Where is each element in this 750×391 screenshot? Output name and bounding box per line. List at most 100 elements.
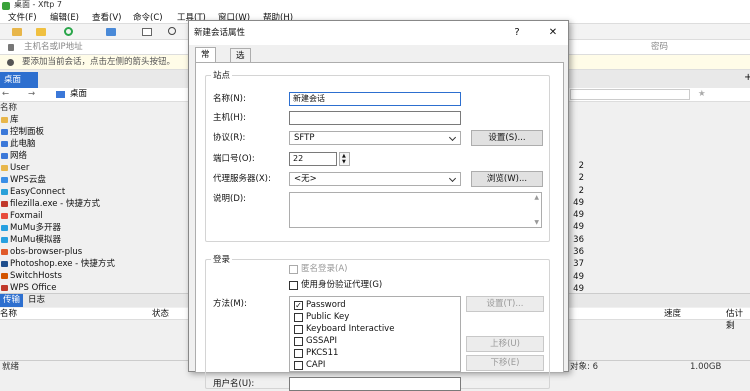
method-label: CAPI [306, 360, 326, 370]
method-checkbox[interactable] [294, 313, 303, 322]
col-eta[interactable]: 估计剩 [726, 308, 750, 332]
method-item[interactable]: Keyboard Interactive [294, 324, 394, 335]
method-checkbox[interactable] [294, 361, 303, 370]
anonymous-login-checkbox[interactable]: 匿名登录(A) [289, 264, 347, 275]
method-item[interactable]: ✓ Password [294, 300, 346, 311]
file-name: EasyConnect [10, 187, 66, 197]
host-label: 主机(H): [213, 113, 246, 123]
open-folder-icon[interactable] [36, 28, 46, 36]
star-icon[interactable]: ★ [698, 88, 706, 101]
menu-file[interactable]: 文件(F) [8, 12, 37, 24]
file-name: User [10, 163, 30, 173]
description-textarea[interactable]: ▲ ▼ [289, 192, 542, 228]
add-tab-icon[interactable]: + [744, 72, 750, 83]
file-name: 此电脑 [10, 139, 36, 149]
protocol-select[interactable]: SFTP [289, 131, 461, 145]
protocol-settings-button[interactable]: 设置(S)... [471, 130, 543, 146]
new-session-dialog: 新建会话属性 ? ✕ 常规 选项 站点 名称(N): 新建会话 主机(H): 协… [188, 20, 569, 391]
search-icon[interactable] [168, 27, 176, 35]
list-item[interactable]: 网络 [0, 150, 190, 162]
scroll-down-icon[interactable]: ▼ [534, 219, 539, 226]
local-tab[interactable]: 桌面 [0, 72, 38, 88]
path-input[interactable]: 桌面 [70, 88, 87, 101]
method-item[interactable]: CAPI [294, 360, 325, 371]
new-session-icon[interactable] [12, 28, 22, 36]
method-item[interactable]: GSSAPI [294, 336, 337, 347]
forward-icon[interactable]: → [28, 88, 35, 101]
list-item[interactable]: EasyConnect [0, 186, 190, 198]
host-input[interactable] [289, 111, 461, 125]
menu-command[interactable]: 命令(C) [133, 12, 163, 24]
col-speed[interactable]: 速度 [664, 308, 681, 320]
host-address-input[interactable]: 主机名或IP地址 [24, 40, 83, 55]
method-label: 方法(M): [213, 299, 247, 309]
menu-view[interactable]: 查看(V) [92, 12, 121, 24]
method-item[interactable]: Public Key [294, 312, 349, 323]
column-header-name[interactable]: 名称 [0, 103, 200, 113]
refresh-icon[interactable] [64, 27, 73, 36]
method-list[interactable]: ✓ Password Public Key Keyboard Interactive G… [289, 296, 461, 372]
remote-path-input[interactable] [570, 89, 690, 100]
tab-general[interactable]: 常规 [195, 47, 216, 75]
help-button[interactable]: ? [507, 21, 527, 45]
username-input[interactable] [289, 377, 461, 391]
tab-log[interactable]: 日志 [28, 294, 45, 307]
col-name[interactable]: 名称 [0, 308, 17, 320]
folder-icon [56, 91, 65, 98]
window-title-bar: 桌面 - Xftp 7 [0, 0, 750, 12]
col-status[interactable]: 状态 [152, 308, 169, 320]
method-checkbox[interactable] [294, 337, 303, 346]
window-title: 桌面 - Xftp 7 [14, 0, 62, 9]
list-item[interactable]: obs-browser-plus [0, 246, 190, 258]
list-item[interactable]: SwitchHosts [0, 270, 190, 282]
site-group-label: 站点 [211, 69, 233, 81]
file-icon [1, 177, 8, 183]
port-stepper[interactable]: ▲ ▼ [339, 152, 350, 166]
move-down-button[interactable]: 下移(E) [466, 355, 544, 371]
list-item[interactable]: filezilla.exe - 快捷方式 [0, 198, 190, 210]
close-icon[interactable]: ✕ [543, 21, 563, 45]
list-item[interactable]: 此电脑 [0, 138, 190, 150]
file-list: 库控制面板 此电脑网络 User WPS云盘 EasyConnect filezilla.… [0, 114, 190, 294]
proxy-select[interactable]: <无> [289, 172, 461, 186]
method-settings-button[interactable]: 设置(T)... [466, 296, 544, 312]
list-item[interactable]: User [0, 162, 190, 174]
list-item[interactable]: Photoshop.exe - 快捷方式 [0, 258, 190, 270]
menu-edit[interactable]: 编辑(E) [50, 12, 79, 24]
back-icon[interactable]: ← [2, 88, 9, 101]
auth-agent-checkbox[interactable]: 使用身份验证代理(G) [289, 280, 382, 291]
browse-button[interactable]: 浏览(W)... [471, 171, 543, 187]
stepper-down-icon[interactable]: ▼ [342, 160, 346, 165]
port-label: 端口号(O): [213, 154, 255, 164]
transfer-icon[interactable] [106, 28, 116, 36]
method-label: Password [306, 300, 346, 310]
list-item[interactable]: MuMu多开器 [0, 222, 190, 234]
method-checkbox[interactable] [294, 325, 303, 334]
file-icon [1, 273, 8, 279]
file-icon [1, 141, 8, 147]
file-name: WPS云盘 [10, 175, 46, 185]
tab-options[interactable]: 选项 [230, 48, 251, 76]
move-up-button[interactable]: 上移(U) [466, 336, 544, 352]
description-label: 说明(D): [213, 194, 247, 204]
method-checkbox[interactable]: ✓ [294, 301, 303, 310]
method-item[interactable]: PKCS11 [294, 348, 338, 359]
list-item[interactable]: 库 [0, 114, 190, 126]
list-item[interactable]: Foxmail [0, 210, 190, 222]
method-checkbox[interactable] [294, 349, 303, 358]
arrow-icon[interactable] [7, 59, 14, 66]
port-input[interactable]: 22 [289, 152, 337, 166]
file-name: 网络 [10, 151, 28, 161]
file-icon [1, 213, 8, 219]
scroll-up-icon[interactable]: ▲ [534, 194, 539, 201]
tab-transfer[interactable]: 传输 [0, 294, 24, 307]
name-input[interactable]: 新建会话 [289, 92, 461, 106]
list-item[interactable]: MuMu模拟器 [0, 234, 190, 246]
list-item[interactable]: WPS云盘 [0, 174, 190, 186]
list-item[interactable]: 控制面板 [0, 126, 190, 138]
terminal-icon[interactable] [142, 28, 152, 36]
file-name: WPS Office [10, 283, 57, 293]
file-icon [1, 285, 8, 291]
file-icon [1, 189, 8, 195]
file-name: SwitchHosts [10, 271, 62, 281]
